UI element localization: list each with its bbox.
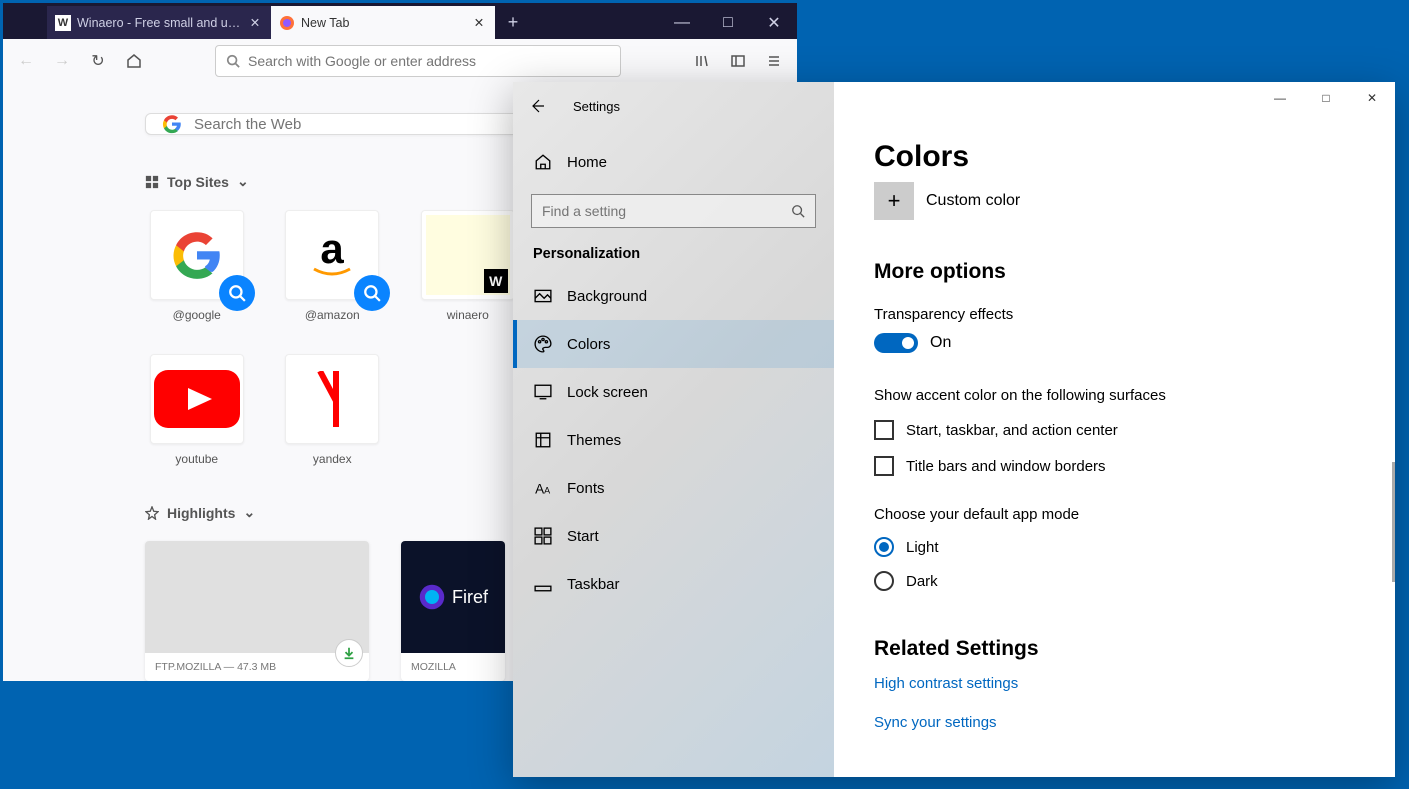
settings-search-input[interactable] (542, 203, 791, 219)
radio-dark[interactable]: Dark (874, 571, 1355, 591)
close-button[interactable]: ✕ (1349, 82, 1395, 114)
grid-icon (145, 175, 159, 189)
yandex-icon (312, 371, 352, 427)
maximize-button[interactable]: □ (705, 6, 751, 39)
search-badge-icon (354, 275, 390, 311)
svg-text:A: A (544, 486, 550, 496)
back-button[interactable]: ← (11, 46, 41, 76)
search-icon (791, 204, 805, 218)
radio-icon (874, 537, 894, 557)
sidebar-button[interactable] (723, 46, 753, 76)
settings-main: — □ ✕ Colors + Custom color More options… (834, 82, 1395, 777)
highlights-icon (145, 506, 159, 520)
settings-sidebar: Settings Home Personalization Background… (513, 82, 834, 777)
firefox-nightly-icon (418, 583, 446, 611)
checkbox-title-bars[interactable]: Title bars and window borders (874, 456, 1355, 476)
thumbnail-icon: W (426, 215, 510, 295)
settings-title: Settings (573, 99, 620, 114)
url-bar[interactable] (215, 45, 621, 77)
taskbar-icon (533, 574, 553, 594)
highlight-card[interactable]: FTP.MOZILLA — 47.3 MB (145, 541, 369, 681)
svg-text:a: a (321, 225, 345, 272)
transparency-toggle[interactable] (874, 333, 918, 353)
favicon-icon: W (55, 15, 71, 31)
more-options-heading: More options (874, 260, 1355, 284)
tab-bar: W Winaero - Free small and usefu ✕ New T… (3, 3, 797, 39)
youtube-icon (154, 370, 240, 428)
themes-icon (533, 430, 553, 450)
google-icon (162, 114, 182, 134)
minimize-button[interactable]: — (1257, 82, 1303, 114)
start-icon (533, 526, 553, 546)
transparency-label: Transparency effects (874, 306, 1355, 323)
tab-title: Winaero - Free small and usefu (77, 16, 241, 30)
custom-color-label: Custom color (926, 192, 1020, 210)
url-input[interactable] (248, 53, 610, 69)
sidebar-item-start[interactable]: Start (513, 512, 834, 560)
fonts-icon: AA (533, 478, 553, 498)
sidebar-item-home[interactable]: Home (513, 142, 834, 182)
firefox-icon (279, 15, 295, 31)
app-mode-label: Choose your default app mode (874, 506, 1355, 523)
back-button[interactable] (513, 90, 561, 122)
home-icon (533, 152, 553, 172)
settings-window: Settings Home Personalization Background… (513, 82, 1395, 777)
lock-screen-icon (533, 382, 553, 402)
radio-icon (874, 571, 894, 591)
radio-light[interactable]: Light (874, 537, 1355, 557)
custom-color-button[interactable]: + (874, 182, 914, 220)
close-button[interactable]: ✕ (751, 6, 797, 39)
sidebar-item-fonts[interactable]: AA Fonts (513, 464, 834, 512)
sidebar-item-lock-screen[interactable]: Lock screen (513, 368, 834, 416)
site-tile-youtube[interactable]: youtube (145, 354, 249, 466)
toggle-state: On (930, 334, 951, 352)
scrollbar[interactable] (1392, 462, 1395, 582)
sidebar-item-colors[interactable]: Colors (513, 320, 834, 368)
accent-surfaces-label: Show accent color on the following surfa… (874, 387, 1355, 404)
checkbox-start-taskbar[interactable]: Start, taskbar, and action center (874, 420, 1355, 440)
highlight-card[interactable]: Firef MOZILLA (401, 541, 505, 681)
close-icon[interactable]: ✕ (471, 15, 487, 31)
checkbox-icon (874, 456, 894, 476)
tab-title: New Tab (301, 16, 465, 30)
search-icon (226, 54, 240, 68)
site-tile-yandex[interactable]: yandex (281, 354, 385, 466)
minimize-button[interactable]: — (659, 6, 705, 39)
chevron-down-icon: ⌄ (237, 173, 249, 190)
settings-search[interactable] (531, 194, 816, 228)
palette-icon (533, 334, 553, 354)
toolbar: ← → ↻ (3, 39, 797, 83)
link-sync[interactable]: Sync your settings (874, 714, 1355, 731)
arrow-left-icon (529, 98, 545, 114)
home-button[interactable] (119, 46, 149, 76)
browser-tab-newtab[interactable]: New Tab ✕ (271, 6, 495, 39)
new-tab-button[interactable]: + (495, 6, 531, 39)
library-button[interactable] (687, 46, 717, 76)
svg-text:A: A (535, 482, 544, 497)
site-tile-winaero[interactable]: W winaero (416, 210, 520, 322)
picture-icon (533, 286, 553, 306)
amazon-icon: a (302, 225, 362, 285)
site-tile-amazon[interactable]: a @amazon (281, 210, 385, 322)
chevron-down-icon: ⌄ (243, 504, 255, 521)
related-heading: Related Settings (874, 637, 1355, 661)
link-high-contrast[interactable]: High contrast settings (874, 675, 1355, 692)
site-tile-google[interactable]: @google (145, 210, 249, 322)
close-icon[interactable]: ✕ (247, 15, 263, 31)
category-label: Personalization (513, 228, 834, 272)
sidebar-item-themes[interactable]: Themes (513, 416, 834, 464)
menu-button[interactable] (759, 46, 789, 76)
search-badge-icon (219, 275, 255, 311)
reload-button[interactable]: ↻ (83, 46, 113, 76)
sidebar-item-taskbar[interactable]: Taskbar (513, 560, 834, 608)
maximize-button[interactable]: □ (1303, 82, 1349, 114)
google-icon (171, 229, 223, 281)
page-title: Colors (874, 140, 1355, 174)
sidebar-item-background[interactable]: Background (513, 272, 834, 320)
browser-tab-winaero[interactable]: W Winaero - Free small and usefu ✕ (47, 6, 271, 39)
checkbox-icon (874, 420, 894, 440)
forward-button[interactable]: → (47, 46, 77, 76)
download-icon (335, 639, 363, 667)
